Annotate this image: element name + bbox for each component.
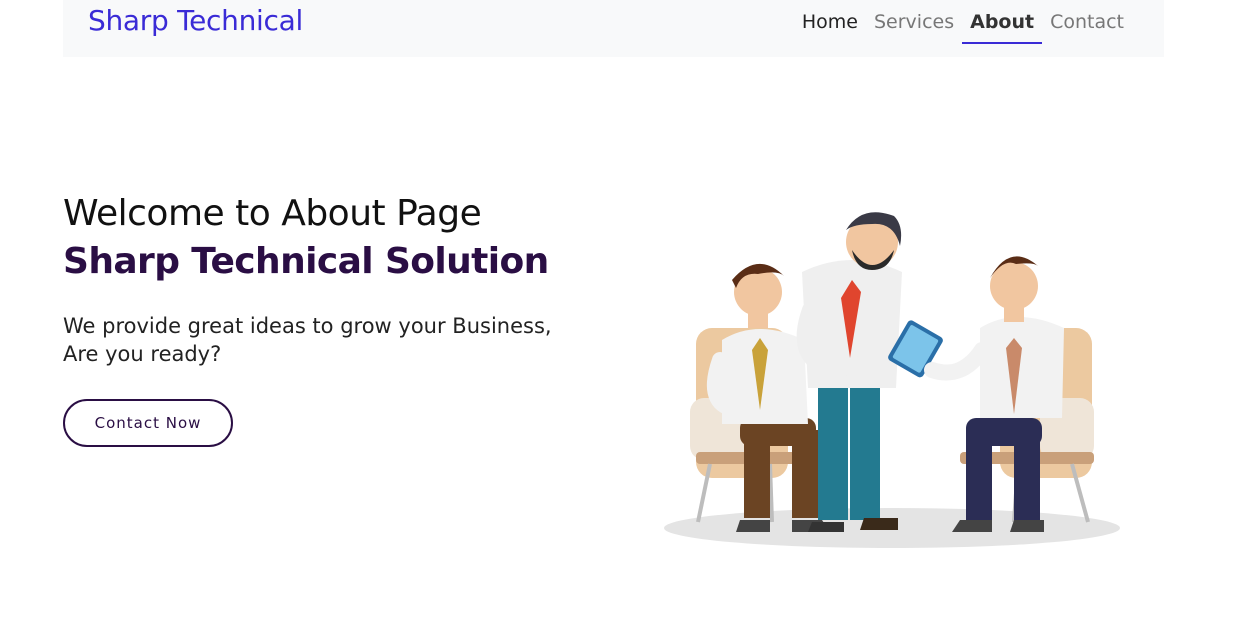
- business-meeting-illustration: [664, 212, 1120, 548]
- contact-now-button[interactable]: Contact Now: [63, 399, 233, 447]
- hero-title: Welcome to About Page: [63, 193, 482, 234]
- navbar: Sharp Technical Home Services About Cont…: [63, 0, 1164, 57]
- nav-link-contact[interactable]: Contact: [1042, 10, 1132, 44]
- nav-link-about[interactable]: About: [962, 10, 1043, 44]
- brand-link[interactable]: Sharp Technical: [88, 4, 303, 37]
- nav-link-services[interactable]: Services: [866, 10, 962, 44]
- hero-subtitle: Sharp Technical Solution: [63, 241, 549, 282]
- hero-tagline: We provide great ideas to grow your Busi…: [63, 314, 552, 366]
- nav-menu: Home Services About Contact: [794, 10, 1132, 44]
- right-man: [924, 256, 1064, 532]
- nav-link-home[interactable]: Home: [794, 10, 866, 44]
